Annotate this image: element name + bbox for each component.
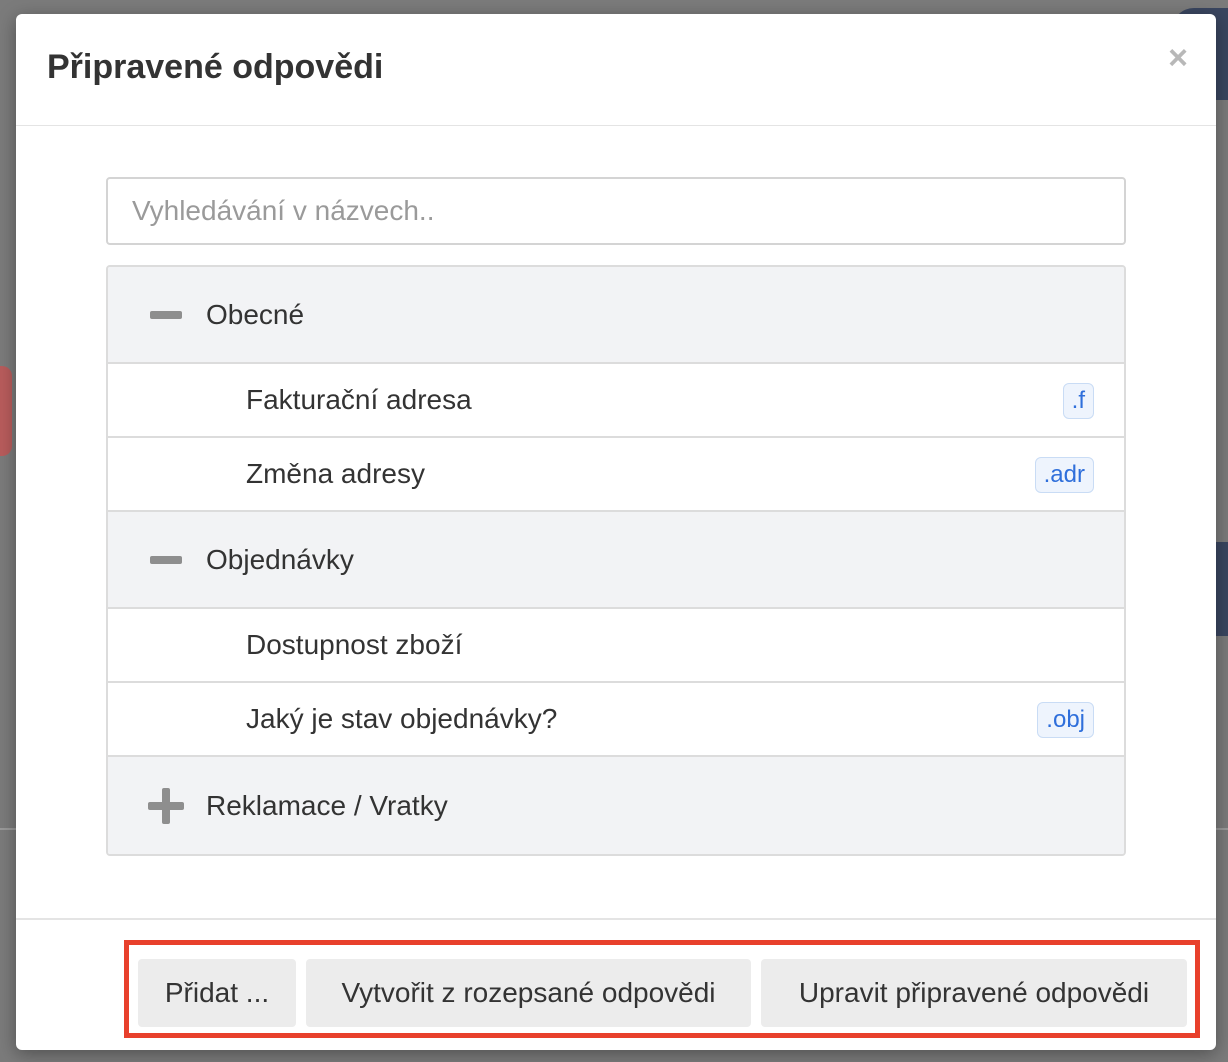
item-label: Fakturační adresa bbox=[246, 384, 472, 415]
replies-tree: Obecné Fakturační adresa .f Změna adresy… bbox=[106, 265, 1126, 856]
list-item[interactable]: Změna adresy .adr bbox=[108, 438, 1124, 512]
modal-header: Připravené odpovědi × bbox=[16, 14, 1216, 126]
group-row-reklamace[interactable]: Reklamace / Vratky bbox=[108, 757, 1124, 854]
list-item[interactable]: Fakturační adresa .f bbox=[108, 364, 1124, 438]
edit-replies-button[interactable]: Upravit připravené odpovědi bbox=[761, 959, 1187, 1027]
minus-icon[interactable] bbox=[148, 542, 184, 578]
item-label: Dostupnost zboží bbox=[246, 629, 463, 660]
group-row-objednavky[interactable]: Objednávky bbox=[108, 512, 1124, 609]
background-divider-left bbox=[0, 828, 16, 830]
list-item[interactable]: Jaký je stav objednávky? .obj bbox=[108, 683, 1124, 757]
background-navy-panel bbox=[1216, 542, 1228, 636]
background-red-tab bbox=[0, 366, 12, 456]
highlight-frame: Přidat ... Vytvořit z rozepsané odpovědi… bbox=[124, 940, 1200, 1038]
minus-icon[interactable] bbox=[148, 297, 184, 333]
shortcut-badge: .f bbox=[1062, 383, 1094, 419]
modal-body: Obecné Fakturační adresa .f Změna adresy… bbox=[16, 126, 1216, 918]
list-item[interactable]: Dostupnost zboží bbox=[108, 609, 1124, 683]
item-label: Změna adresy bbox=[246, 458, 425, 489]
plus-icon[interactable] bbox=[148, 787, 184, 824]
background-divider-right bbox=[1216, 828, 1228, 830]
modal-title: Připravené odpovědi bbox=[47, 48, 384, 86]
prepared-replies-modal: Připravené odpovědi × Obecné Fakturační … bbox=[16, 14, 1216, 1050]
item-label: Jaký je stav objednávky? bbox=[246, 703, 558, 734]
modal-footer: Přidat ... Vytvořit z rozepsané odpovědi… bbox=[16, 918, 1216, 1050]
group-label: Obecné bbox=[206, 298, 305, 330]
shortcut-badge: .adr bbox=[1034, 457, 1094, 493]
add-button[interactable]: Přidat ... bbox=[138, 959, 296, 1027]
group-label: Reklamace / Vratky bbox=[206, 789, 448, 821]
group-row-obecne[interactable]: Obecné bbox=[108, 267, 1124, 364]
group-label: Objednávky bbox=[206, 543, 354, 575]
search-input[interactable] bbox=[106, 177, 1126, 245]
shortcut-badge: .obj bbox=[1037, 702, 1094, 738]
create-from-draft-button[interactable]: Vytvořit z rozepsané odpovědi bbox=[306, 959, 751, 1027]
close-icon[interactable]: × bbox=[1160, 40, 1196, 76]
